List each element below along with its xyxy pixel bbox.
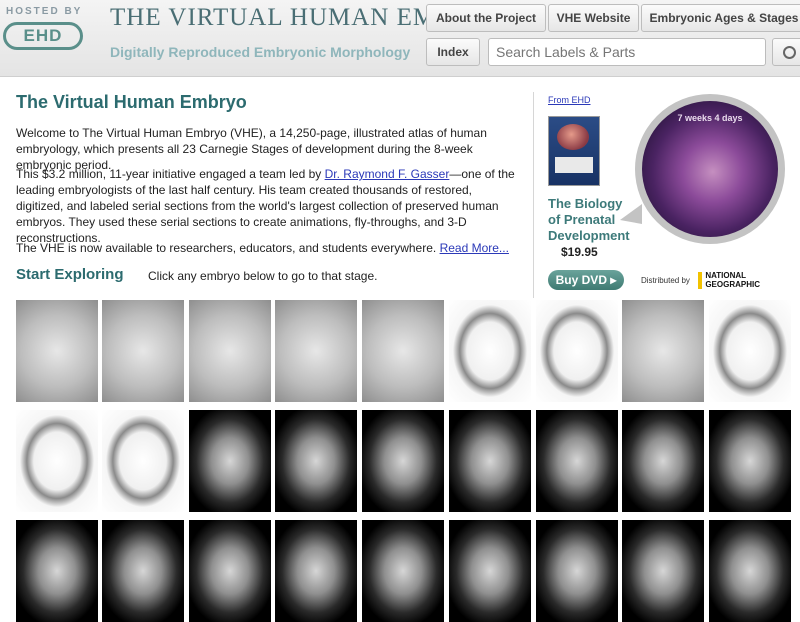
stage-thumbnail[interactable] xyxy=(16,300,98,402)
stage-thumbnail[interactable] xyxy=(102,300,184,402)
read-more-link[interactable]: Read More... xyxy=(440,241,509,255)
stage-thumbnail[interactable] xyxy=(449,300,531,402)
from-ehd-link[interactable]: From EHD xyxy=(548,95,591,105)
stage-thumbnail[interactable] xyxy=(709,300,791,402)
stage-thumbnail[interactable] xyxy=(16,520,98,622)
embryo-preview-image[interactable]: 7 weeks 4 days xyxy=(635,94,785,244)
stage-thumbnail[interactable] xyxy=(536,520,618,622)
distributed-by-label: Distributed by xyxy=(641,276,690,285)
start-exploring-heading: Start Exploring xyxy=(16,266,124,283)
stage-thumbnail[interactable] xyxy=(189,520,271,622)
magnifier-icon[interactable] xyxy=(772,38,800,66)
dvd-price: $19.95 xyxy=(561,245,598,259)
embryo-age-label: 7 weeks 4 days xyxy=(677,113,743,123)
dvd-promo: From EHD The Biology of Prenatal Develop… xyxy=(533,92,800,298)
dvd-cover-icon[interactable] xyxy=(548,116,600,186)
stage-thumbnail[interactable] xyxy=(622,300,704,402)
history-text-before: This $3.2 million, 11-year initiative en… xyxy=(16,167,325,181)
stage-thumbnail[interactable] xyxy=(622,410,704,512)
stage-thumbnail[interactable] xyxy=(189,300,271,402)
stage-thumbnail[interactable] xyxy=(102,520,184,622)
site-header: HOSTED BY EHD THE VIRTUAL HUMAN EMBRYO D… xyxy=(0,0,800,77)
stage-thumbnail[interactable] xyxy=(275,410,357,512)
start-exploring-hint: Click any embryo below to go to that sta… xyxy=(148,269,378,283)
hosted-by-label: HOSTED BY xyxy=(6,6,83,17)
national-geographic-logo: NATIONAL GEOGRAPHIC xyxy=(698,270,760,290)
search-input[interactable] xyxy=(488,38,766,66)
stage-thumbnail[interactable] xyxy=(362,410,444,512)
stage-thumbnail[interactable] xyxy=(275,520,357,622)
site-subtitle: Digitally Reproduced Embryonic Morpholog… xyxy=(110,44,411,60)
page-title: The Virtual Human Embryo xyxy=(16,92,247,112)
stage-thumbnail[interactable] xyxy=(709,410,791,512)
stage-thumbnail[interactable] xyxy=(102,410,184,512)
stage-thumbnail[interactable] xyxy=(275,300,357,402)
index-button[interactable]: Index xyxy=(426,38,480,66)
natgeo-frame-icon xyxy=(698,271,703,289)
bubble-tail xyxy=(620,204,642,224)
stage-thumbnail[interactable] xyxy=(189,410,271,512)
nav-embryonic-ages-stages[interactable]: Embryonic Ages & Stages xyxy=(641,4,800,32)
stage-thumbnail[interactable] xyxy=(449,520,531,622)
availability-text: The VHE is now available to researchers,… xyxy=(16,241,440,255)
nav-about-project[interactable]: About the Project xyxy=(426,4,546,32)
stage-thumbnail[interactable] xyxy=(449,410,531,512)
stage-thumbnail[interactable] xyxy=(362,300,444,402)
availability-paragraph: The VHE is now available to researchers,… xyxy=(16,240,516,256)
stage-thumbnail[interactable] xyxy=(709,520,791,622)
stage-thumbnail[interactable] xyxy=(16,410,98,512)
natgeo-wordmark: NATIONAL GEOGRAPHIC xyxy=(705,271,760,289)
gasser-link[interactable]: Dr. Raymond F. Gasser xyxy=(325,167,450,181)
stage-thumbnail[interactable] xyxy=(536,300,618,402)
stage-thumbnail[interactable] xyxy=(536,410,618,512)
stage-thumbnail[interactable] xyxy=(362,520,444,622)
nav-vhe-website[interactable]: VHE Website xyxy=(548,4,639,32)
history-paragraph: This $3.2 million, 11-year initiative en… xyxy=(16,166,516,246)
stage-thumbnail[interactable] xyxy=(622,520,704,622)
buy-dvd-button[interactable]: Buy DVD ▸ xyxy=(548,270,624,290)
ehd-logo[interactable]: EHD xyxy=(3,22,83,50)
